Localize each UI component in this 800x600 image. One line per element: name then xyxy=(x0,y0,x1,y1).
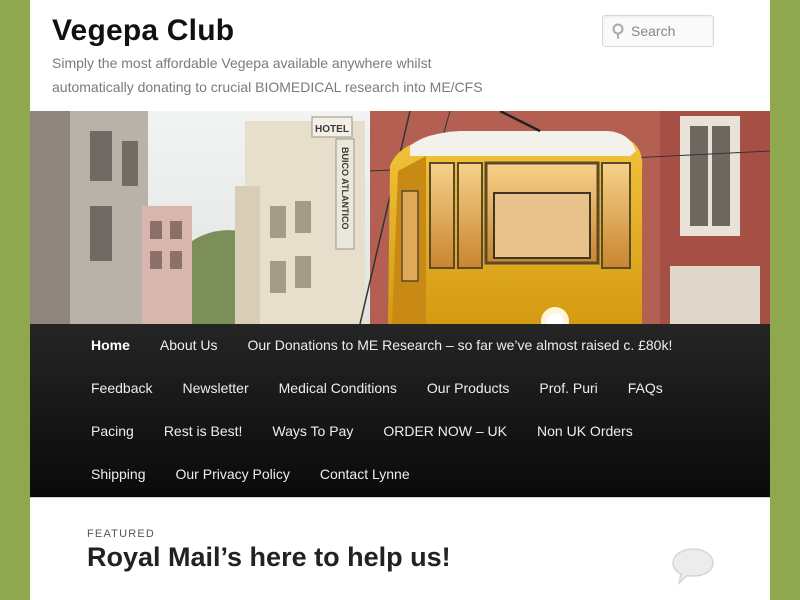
nav-item[interactable]: Our Privacy Policy xyxy=(161,453,305,496)
tram-street-photo: HOTEL BUICO ATLANTICO xyxy=(30,111,770,324)
nav-item[interactable]: Feedback xyxy=(76,367,167,410)
header-banner-image[interactable]: HOTEL BUICO ATLANTICO xyxy=(30,111,770,324)
nav-item[interactable]: Prof. Puri xyxy=(524,367,612,410)
search-icon xyxy=(612,23,624,39)
nav-item[interactable]: FAQs xyxy=(613,367,678,410)
nav-item[interactable]: About Us xyxy=(145,324,233,367)
main-navigation: Home About Us Our Donations to ME Research… xyxy=(30,324,770,498)
hotel-vertical-sign-text: BUICO ATLANTICO xyxy=(340,147,350,230)
nav-item[interactable]: Home xyxy=(76,324,145,367)
nav-item[interactable]: Shipping xyxy=(76,453,161,496)
nav-menu: Home About Us Our Donations to ME Research… xyxy=(30,324,726,496)
post-title-link[interactable]: Royal Mail’s here to help us! xyxy=(87,542,451,573)
site-title[interactable]: Vegepa Club xyxy=(52,14,234,48)
nav-item[interactable]: Medical Conditions xyxy=(264,367,412,410)
nav-item[interactable]: Our Donations to ME Research – so far we… xyxy=(233,324,688,367)
nav-item[interactable]: Newsletter xyxy=(167,367,263,410)
nav-item[interactable]: Non UK Orders xyxy=(522,410,648,453)
comment-bubble-icon[interactable] xyxy=(670,546,716,586)
page-container: Vegepa Club Simply the most affordable V… xyxy=(30,0,770,600)
nav-item[interactable]: Rest is Best! xyxy=(149,410,258,453)
search-input[interactable] xyxy=(631,21,709,41)
nav-item[interactable]: Pacing xyxy=(76,410,149,453)
featured-label: FEATURED xyxy=(87,528,156,540)
nav-item[interactable]: Our Products xyxy=(412,367,524,410)
nav-item[interactable]: Ways To Pay xyxy=(257,410,368,453)
nav-item[interactable]: Contact Lynne xyxy=(305,453,425,496)
site-description: Simply the most affordable Vegepa availa… xyxy=(52,55,483,95)
hotel-sign-text: HOTEL xyxy=(315,124,349,135)
nav-item[interactable]: ORDER NOW – UK xyxy=(368,410,522,453)
search-box[interactable] xyxy=(602,15,714,47)
